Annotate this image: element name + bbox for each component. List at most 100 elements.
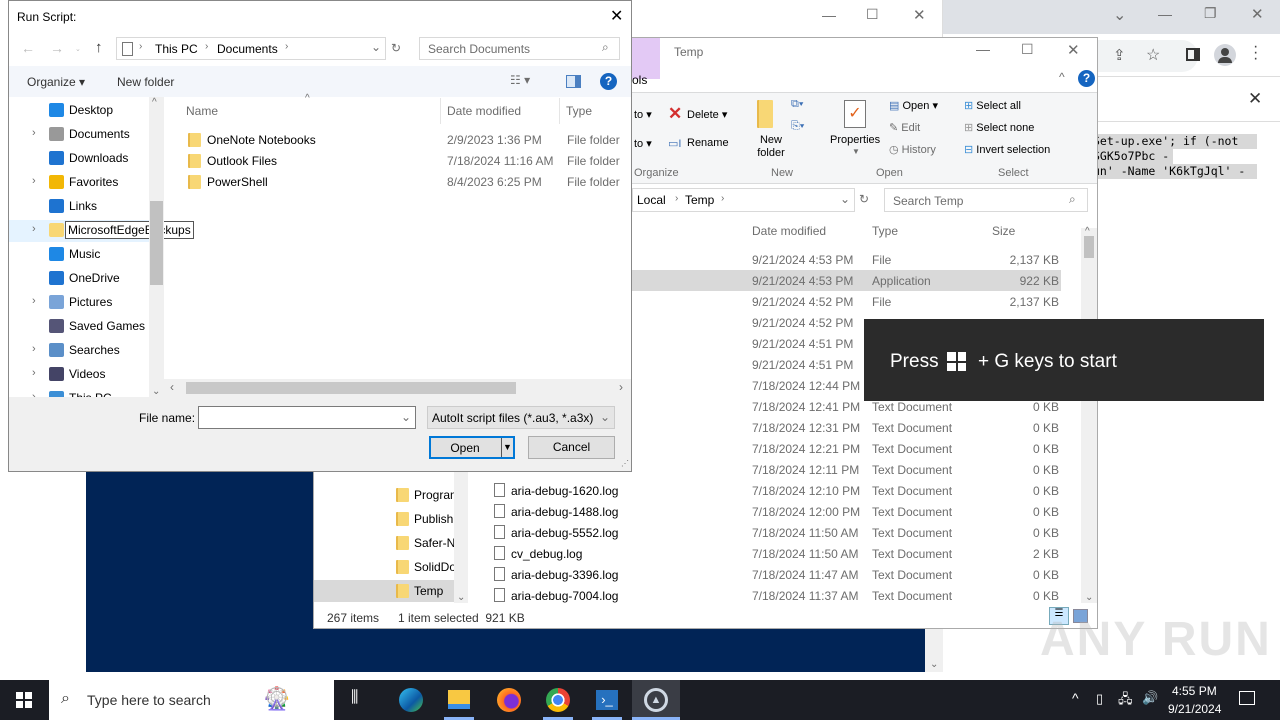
- clock-date[interactable]: 9/21/2024: [1168, 702, 1221, 716]
- refresh-icon[interactable]: ↻: [859, 192, 869, 206]
- file-row[interactable]: aria-debug-1488.log 7/18/2024 12:00 PM T…: [469, 501, 1061, 522]
- file-explorer-icon[interactable]: [448, 690, 470, 709]
- file-name-input[interactable]: ⌄: [198, 406, 416, 429]
- dialog-search-input[interactable]: Search Documents ⌕: [419, 37, 620, 60]
- dialog-nav-item[interactable]: Downloads: [9, 148, 149, 170]
- expand-chevron-icon[interactable]: ›: [32, 343, 36, 355]
- nav-item[interactable]: Publish: [314, 508, 454, 530]
- share-icon[interactable]: ⇪: [1113, 46, 1126, 64]
- explorer-minimize-button[interactable]: —: [976, 41, 990, 57]
- explorer-maximize-button[interactable]: ☐: [1021, 41, 1034, 58]
- open-button[interactable]: ▤ Open ▾: [889, 99, 938, 112]
- profile-icon[interactable]: [1214, 44, 1236, 66]
- dialog-nav-item[interactable]: › MicrosoftEdgeBackups: [9, 220, 194, 242]
- recent-dropdown[interactable]: ⌄: [75, 45, 81, 53]
- expand-chevron-icon[interactable]: ›: [32, 223, 36, 235]
- volume-icon[interactable]: 🔊: [1142, 690, 1158, 706]
- resize-grip[interactable]: ⋰: [621, 459, 629, 468]
- properties-dropdown-icon[interactable]: ▼: [852, 147, 860, 156]
- dialog-nav-item[interactable]: Desktop: [9, 100, 149, 122]
- nav-item[interactable]: Program: [314, 484, 454, 506]
- taskbar-search[interactable]: ⌕ Type here to search 🎡: [49, 680, 334, 720]
- nav-scrollbar[interactable]: ⌄: [454, 468, 468, 603]
- start-button[interactable]: [16, 692, 32, 708]
- explorer-close-button[interactable]: ✕: [1067, 41, 1080, 59]
- dialog-file-row[interactable]: Outlook Files 7/18/2024 11:16 AM File fo…: [164, 151, 631, 172]
- explorer-search-input[interactable]: Search Temp ⌕: [884, 188, 1088, 212]
- preview-pane-button[interactable]: [566, 75, 581, 88]
- dialog-file-row[interactable]: OneNote Notebooks 2/9/2023 1:36 PM File …: [164, 130, 631, 151]
- open-dropdown-icon[interactable]: ▼: [501, 438, 513, 457]
- column-size[interactable]: Size: [992, 224, 1015, 238]
- forward-button[interactable]: →: [50, 40, 64, 56]
- back-close-button[interactable]: ✕: [913, 6, 926, 24]
- properties-button[interactable]: Properties: [830, 134, 880, 146]
- dialog-file-row[interactable]: PowerShell 8/4/2023 6:25 PM File folder: [164, 172, 631, 193]
- anyrun-taskbar-button[interactable]: ▲: [632, 680, 680, 720]
- column-date[interactable]: Date modified: [447, 104, 521, 118]
- browser-restore-button[interactable]: ❐: [1204, 5, 1217, 22]
- breadcrumb-documents[interactable]: Documents: [217, 42, 278, 56]
- back-maximize-button[interactable]: ☐: [866, 6, 879, 23]
- edge-icon[interactable]: [399, 688, 423, 712]
- invert-selection-button[interactable]: ⊟ Invert selection: [964, 143, 1050, 156]
- breadcrumb-this-pc[interactable]: This PC: [155, 42, 198, 56]
- dialog-nav-item[interactable]: Links: [9, 196, 149, 218]
- tray-overflow-icon[interactable]: ^: [1072, 690, 1079, 706]
- dialog-nav-item[interactable]: › Favorites: [9, 172, 149, 194]
- dialog-nav-item[interactable]: Saved Games: [9, 316, 149, 338]
- nav-item[interactable]: Safer-N: [314, 532, 454, 554]
- expand-chevron-icon[interactable]: ›: [32, 295, 36, 307]
- dialog-refresh-icon[interactable]: ↻: [391, 41, 401, 55]
- up-button[interactable]: ↑: [95, 39, 103, 56]
- expand-chevron-icon[interactable]: ›: [32, 367, 36, 379]
- address-dropdown-icon[interactable]: ⌄: [840, 192, 850, 206]
- dialog-nav-item[interactable]: › Documents: [9, 124, 149, 146]
- tab-search-button[interactable]: ⌄: [1113, 5, 1126, 25]
- clock-time[interactable]: 4:55 PM: [1172, 684, 1217, 698]
- list-scrollbar[interactable]: ^ ⌄: [1081, 226, 1097, 603]
- dialog-hscrollbar[interactable]: ‹ ›: [164, 379, 631, 397]
- explorer-address-bar[interactable]: Local › Temp › ⌄: [632, 188, 855, 212]
- dialog-address-bar[interactable]: › This PC › Documents › ⌄: [116, 37, 386, 60]
- dialog-close-button[interactable]: ✕: [610, 6, 623, 26]
- new-item-button[interactable]: ⧉▾: [791, 98, 803, 111]
- column-type[interactable]: Type: [872, 224, 898, 238]
- back-button[interactable]: ←: [21, 40, 35, 56]
- browser-minimize-button[interactable]: —: [1158, 6, 1172, 22]
- dialog-nav-scrollbar[interactable]: ^ ⌄: [149, 97, 164, 397]
- select-all-button[interactable]: ⊞ Select all: [964, 99, 1021, 112]
- notification-icon[interactable]: [1239, 691, 1255, 705]
- nav-item[interactable]: SolidDo: [314, 556, 454, 578]
- chrome-icon[interactable]: [546, 688, 570, 712]
- infobar-close-button[interactable]: ✕: [1248, 89, 1262, 109]
- dialog-nav-item[interactable]: › Pictures: [9, 292, 149, 314]
- help-icon[interactable]: ?: [600, 73, 617, 90]
- breadcrumb-local[interactable]: Local: [637, 193, 666, 207]
- rename-button[interactable]: Rename: [687, 137, 729, 149]
- copy-to-button[interactable]: to ▾: [634, 137, 652, 150]
- breadcrumb-temp[interactable]: Temp: [685, 193, 714, 207]
- powershell-icon[interactable]: ›_: [596, 690, 618, 710]
- cancel-button[interactable]: Cancel: [528, 436, 615, 459]
- network-icon[interactable]: 🖧: [1118, 690, 1133, 712]
- expand-chevron-icon[interactable]: ›: [32, 175, 36, 187]
- delete-button[interactable]: Delete ▾: [687, 108, 727, 121]
- file-row[interactable]: aria-debug-3396.log 7/18/2024 11:47 AM T…: [469, 564, 1061, 585]
- file-row[interactable]: aria-debug-1620.log 7/18/2024 12:10 PM T…: [469, 480, 1061, 501]
- file-row[interactable]: cv_debug.log 7/18/2024 11:50 AM Text Doc…: [469, 543, 1061, 564]
- star-icon[interactable]: ☆: [1146, 45, 1160, 65]
- column-name[interactable]: Name: [186, 104, 218, 118]
- edit-button[interactable]: ✎ Edit: [889, 121, 920, 134]
- ribbon-tab-tools[interactable]: ols: [632, 73, 647, 87]
- back-minimize-button[interactable]: —: [822, 7, 836, 23]
- open-button[interactable]: Open ▼: [429, 436, 515, 459]
- dialog-nav-item[interactable]: Music: [9, 244, 149, 266]
- menu-icon[interactable]: · · ·: [1253, 39, 1258, 67]
- organize-button[interactable]: Organize ▾: [27, 75, 85, 89]
- select-none-button[interactable]: ⊞ Select none: [964, 121, 1034, 134]
- browser-close-button[interactable]: ✕: [1251, 5, 1264, 23]
- column-type[interactable]: Type: [566, 104, 592, 118]
- meet-now-icon[interactable]: ▯: [1096, 691, 1103, 707]
- nav-item[interactable]: Temp: [314, 580, 454, 602]
